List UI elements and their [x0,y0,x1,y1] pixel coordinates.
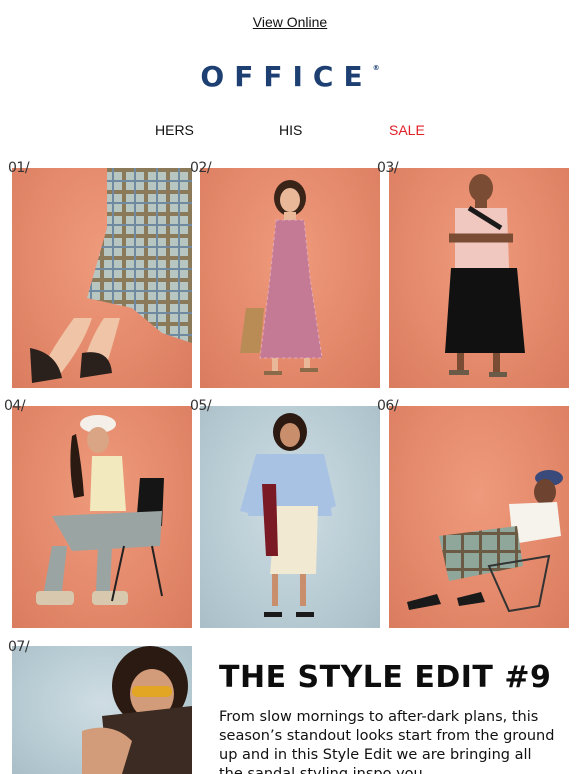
gingham-dress-illustration [240,180,323,375]
sunglasses-close-up-illustration [82,646,192,774]
style-edit-body: From slow mornings to after-dark plans, … [219,709,555,774]
office-logo[interactable]: OFFICE® [0,60,580,93]
logo-text: OFFICE [200,60,373,93]
look-05-image[interactable] [200,406,380,628]
look-04-image[interactable] [12,406,192,628]
look-number: 05/ [190,398,212,414]
look-03-image[interactable] [389,168,569,388]
nav-hers[interactable]: HERS [155,122,194,138]
look-number: 03/ [377,160,399,176]
stripe-shirt-skirt-illustration [240,413,336,617]
view-online-link[interactable]: View Online [0,14,580,30]
look-number: 07/ [8,639,30,655]
plaid-skirt-chair-illustration [407,470,563,613]
bucket-hat-chair-illustration [36,415,164,605]
look-07-image[interactable] [12,646,192,774]
style-edit-title: THE STYLE EDIT #9 [219,660,552,695]
look-02-image[interactable] [200,168,380,388]
look-number: 06/ [377,398,399,414]
nav-his[interactable]: HIS [279,122,302,138]
look-06-image[interactable] [389,406,569,628]
plaid-skirt-sandals-illustration [30,168,192,383]
main-nav: HERS HIS SALE [0,122,580,140]
look-number: 04/ [4,398,26,414]
look-number: 01/ [8,160,30,176]
mesh-top-illustration [445,174,525,377]
nav-sale[interactable]: SALE [389,122,425,138]
registered-mark: ® [372,64,380,72]
look-01-image[interactable] [12,168,192,388]
look-number: 02/ [190,160,212,176]
